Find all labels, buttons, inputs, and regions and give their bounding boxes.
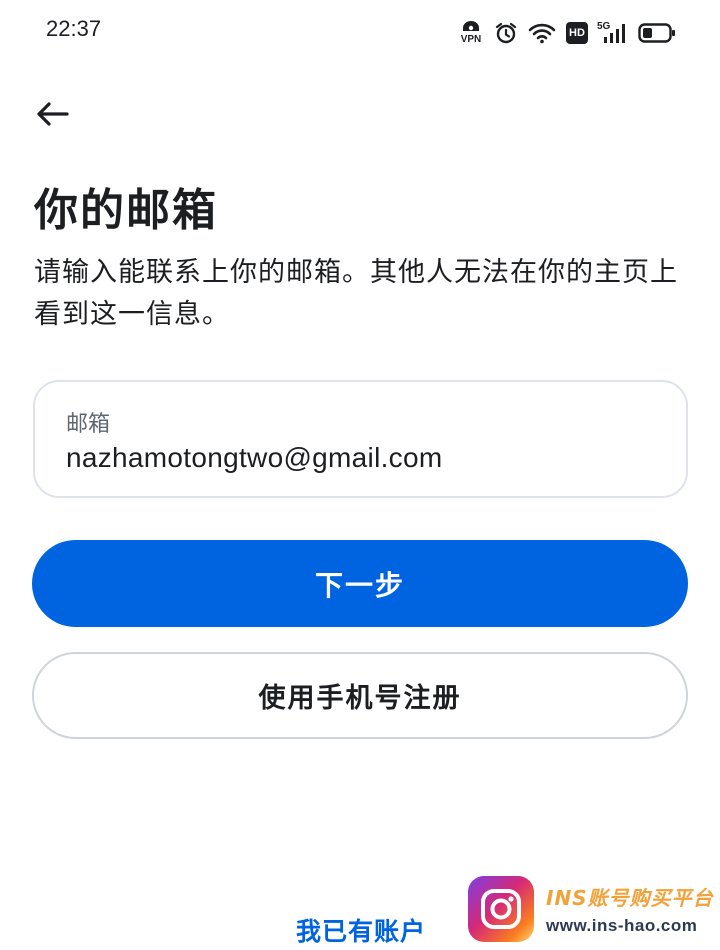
wifi-icon xyxy=(528,22,556,44)
email-field-label: 邮箱 xyxy=(66,412,111,437)
use-phone-button[interactable]: 使用手机号注册 xyxy=(32,652,688,739)
screen: 22:37 VPN HD 5G 你的邮箱 请输入能联系上你的邮箱。其他人无法在你… xyxy=(0,0,720,950)
vpn-label: VPN xyxy=(460,34,482,45)
status-time: 22:37 xyxy=(46,16,102,41)
instagram-logo-icon xyxy=(468,876,534,942)
use-phone-button-label: 使用手机号注册 xyxy=(258,683,462,714)
hd-label: HD xyxy=(569,27,585,39)
vpn-icon: VPN xyxy=(458,19,484,47)
email-input[interactable]: nazhamotongtwo@gmail.com xyxy=(66,442,442,474)
status-bar: 22:37 VPN HD 5G xyxy=(0,0,720,64)
alarm-clock-icon xyxy=(494,21,518,45)
next-button[interactable]: 下一步 xyxy=(32,540,688,627)
network-type-label: 5G xyxy=(597,21,611,32)
page-subtitle: 请输入能联系上你的邮箱。其他人无法在你的主页上看到这一信息。 xyxy=(34,257,678,330)
watermark: INS账号购买平台 www.ins-hao.com xyxy=(468,876,720,950)
status-icons: VPN HD 5G xyxy=(458,18,676,48)
have-account-link[interactable]: 我已有账户 xyxy=(296,912,426,948)
watermark-title: INS账号购买平台 xyxy=(546,886,714,910)
arrow-left-icon xyxy=(35,101,69,131)
battery-icon xyxy=(638,22,676,44)
page-title: 你的邮箱 xyxy=(34,185,218,236)
watermark-url: www.ins-hao.com xyxy=(546,916,698,935)
hd-icon: HD xyxy=(566,22,588,44)
email-field[interactable]: 邮箱 nazhamotongtwo@gmail.com xyxy=(33,380,688,498)
back-button[interactable] xyxy=(30,96,74,136)
next-button-label: 下一步 xyxy=(314,568,405,602)
signal-icon: 5G xyxy=(597,21,628,45)
